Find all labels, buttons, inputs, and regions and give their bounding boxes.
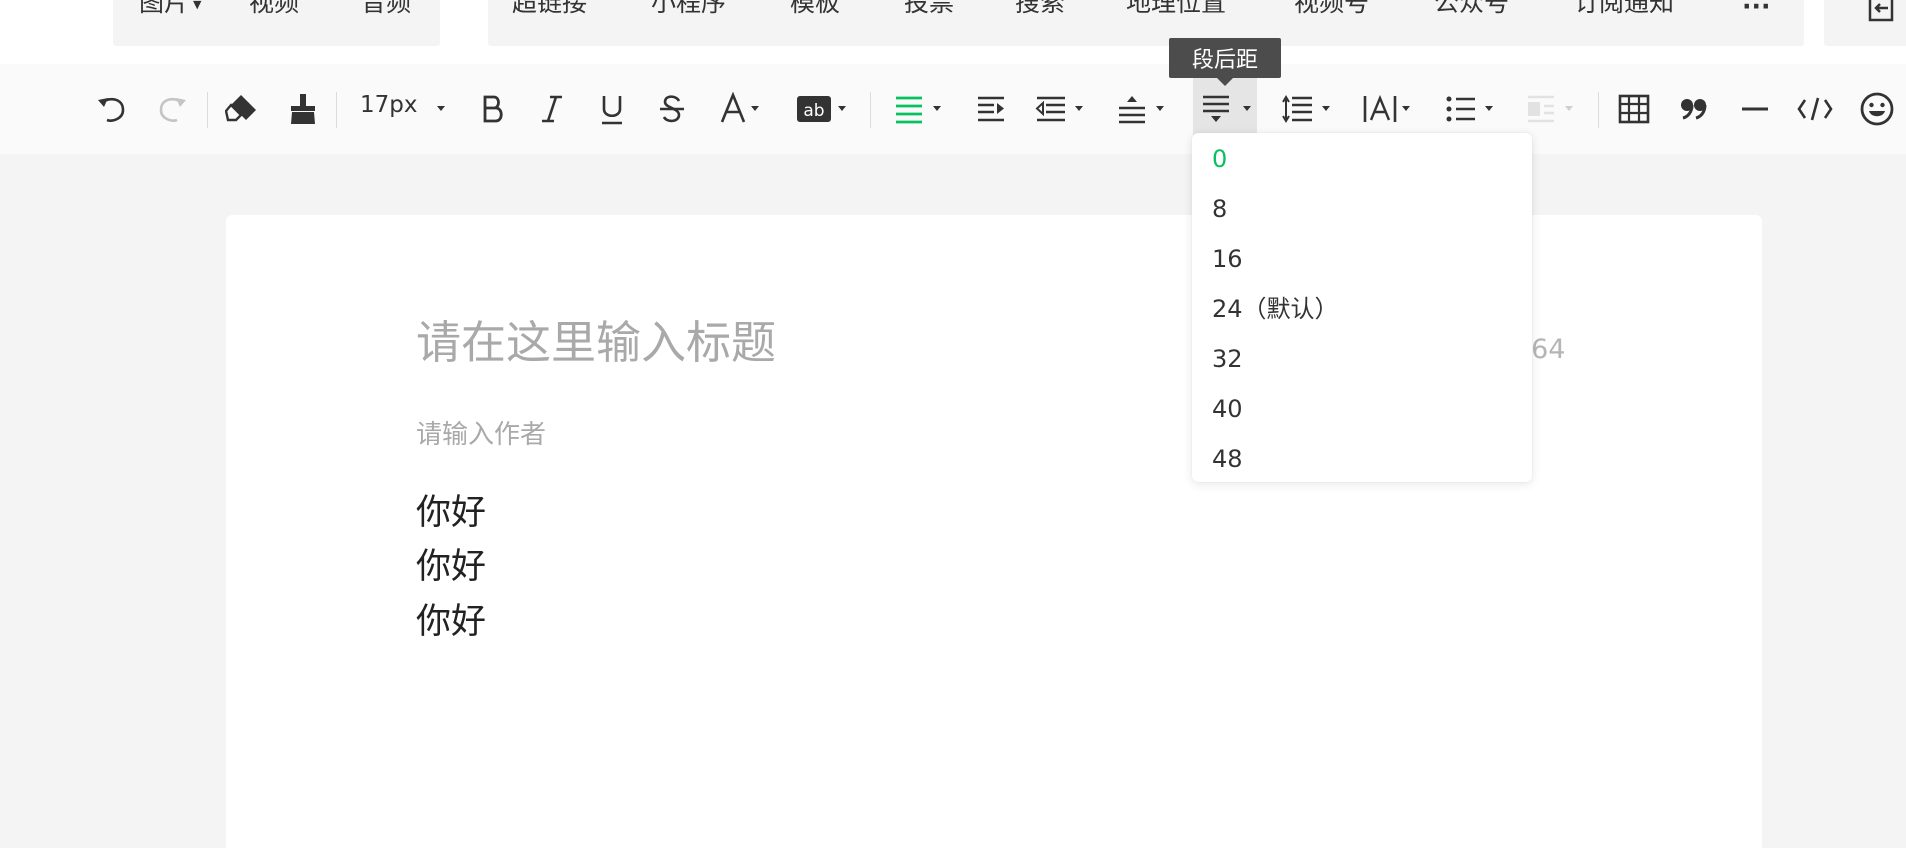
spacing-after-dropdown: 0 8 16 24（默认） 32 40 48 bbox=[1192, 133, 1532, 482]
insert-video-button[interactable]: 视频 bbox=[249, 0, 299, 15]
chevron-down-icon bbox=[1322, 106, 1330, 111]
chevron-down-icon bbox=[1156, 106, 1164, 111]
chevron-down-icon bbox=[933, 106, 941, 111]
spacing-option-40[interactable]: 40 bbox=[1212, 397, 1243, 421]
italic-icon[interactable] bbox=[532, 64, 572, 154]
strikethrough-icon[interactable] bbox=[652, 64, 692, 154]
insert-vote-button[interactable]: 投票 bbox=[904, 0, 954, 15]
tooltip: 段后距 bbox=[1169, 38, 1281, 86]
chevron-down-icon bbox=[838, 106, 846, 111]
underline-icon[interactable] bbox=[592, 64, 632, 154]
first-line-indent-icon[interactable] bbox=[1031, 64, 1083, 154]
undo-icon[interactable] bbox=[92, 64, 132, 154]
body-paragraph[interactable]: 你好 bbox=[416, 496, 486, 531]
divider-icon[interactable] bbox=[1735, 64, 1775, 154]
toolbar-divider bbox=[207, 92, 208, 128]
toolbar-divider bbox=[336, 92, 337, 128]
chevron-down-icon bbox=[1243, 106, 1251, 111]
insert-subscribe-notice-button[interactable]: 订阅通知 bbox=[1574, 0, 1674, 15]
chevron-down-icon bbox=[1565, 106, 1573, 111]
toolbar-divider bbox=[1598, 92, 1599, 128]
insert-link-button[interactable]: 超链接 bbox=[512, 0, 587, 15]
spacing-option-24[interactable]: 24（默认） bbox=[1212, 297, 1339, 321]
spacing-option-48[interactable]: 48 bbox=[1212, 447, 1243, 471]
body-paragraph[interactable]: 你好 bbox=[416, 605, 486, 640]
font-color-icon[interactable] bbox=[713, 64, 759, 154]
background-color-icon[interactable]: ab bbox=[794, 64, 846, 154]
insert-template-button[interactable]: 模板 bbox=[790, 0, 840, 15]
redo-icon[interactable] bbox=[152, 64, 192, 154]
insert-image-button[interactable]: 图片 ▼ bbox=[139, 0, 201, 15]
title-input[interactable]: 请在这里输入标题 bbox=[416, 318, 776, 368]
format-toolbar: 17px ab bbox=[0, 64, 1906, 154]
indent-icon[interactable] bbox=[971, 64, 1011, 154]
format-painter-icon[interactable] bbox=[283, 64, 323, 154]
chevron-down-icon bbox=[1075, 106, 1083, 111]
chevron-down-icon bbox=[1402, 106, 1410, 111]
right-panel-group bbox=[1824, 0, 1906, 46]
insert-bar: 图片 ▼ 视频 音频 超链接 小程序 模板 投票 搜索 地理位置 视频号 公众号 … bbox=[0, 0, 1906, 64]
chevron-down-icon: ▼ bbox=[193, 0, 202, 11]
exit-panel-icon[interactable] bbox=[1864, 0, 1898, 30]
insert-official-account-button[interactable]: 公众号 bbox=[1434, 0, 1509, 15]
spacing-option-16[interactable]: 16 bbox=[1212, 247, 1243, 271]
chevron-down-icon bbox=[1485, 106, 1493, 111]
insert-miniprogram-button[interactable]: 小程序 bbox=[651, 0, 726, 15]
emoji-icon[interactable] bbox=[1855, 64, 1899, 154]
spacing-option-0[interactable]: 0 bbox=[1212, 147, 1227, 171]
insert-location-button[interactable]: 地理位置 bbox=[1126, 0, 1226, 15]
insert-search-button[interactable]: 搜索 bbox=[1015, 0, 1065, 15]
more-icon[interactable]: ··· bbox=[1742, 0, 1771, 19]
quote-icon[interactable] bbox=[1674, 64, 1714, 154]
insert-media-group: 图片 ▼ 视频 音频 bbox=[113, 0, 440, 46]
spacing-option-8[interactable]: 8 bbox=[1212, 197, 1227, 221]
code-icon[interactable] bbox=[1795, 64, 1835, 154]
toolbar-divider bbox=[870, 92, 871, 128]
insert-other-group: 超链接 小程序 模板 投票 搜索 地理位置 视频号 公众号 订阅通知 ··· bbox=[488, 0, 1804, 46]
body-paragraph[interactable]: 你好 bbox=[416, 550, 486, 585]
insert-channels-button[interactable]: 视频号 bbox=[1294, 0, 1369, 15]
spacing-option-32[interactable]: 32 bbox=[1212, 347, 1243, 371]
table-icon[interactable] bbox=[1614, 64, 1654, 154]
author-input[interactable]: 请输入作者 bbox=[416, 414, 546, 451]
bold-icon[interactable] bbox=[472, 64, 512, 154]
chevron-down-icon bbox=[437, 106, 445, 111]
spacing-before-icon[interactable] bbox=[1112, 64, 1164, 154]
align-icon[interactable] bbox=[889, 64, 941, 154]
font-size-select[interactable]: 17px bbox=[360, 94, 417, 117]
clear-format-icon[interactable] bbox=[222, 64, 262, 154]
svg-text:ab: ab bbox=[803, 101, 824, 121]
chevron-down-icon bbox=[751, 106, 759, 111]
insert-audio-button[interactable]: 音频 bbox=[361, 0, 411, 15]
